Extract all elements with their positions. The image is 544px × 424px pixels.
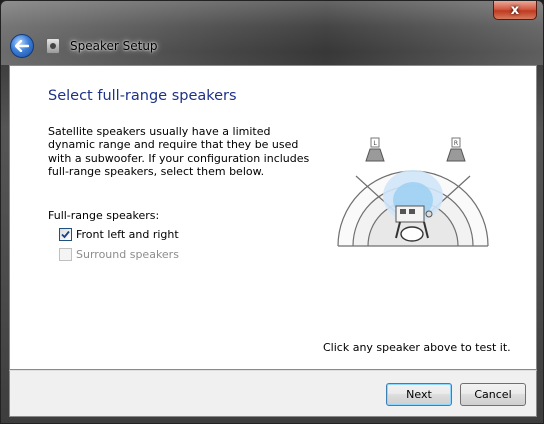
- description-text: Satellite speakers usually have a limite…: [48, 125, 310, 178]
- front-left-right-option[interactable]: Front left and right: [59, 228, 179, 241]
- front-left-right-label: Front left and right: [76, 228, 179, 241]
- surround-speakers-label: Surround speakers: [76, 248, 179, 261]
- next-button[interactable]: Next: [386, 383, 452, 406]
- surround-speakers-option: Surround speakers: [59, 248, 179, 261]
- title-bar: Speaker Setup: [8, 31, 538, 61]
- full-range-group-label: Full-range speakers:: [48, 209, 160, 222]
- cancel-button[interactable]: Cancel: [460, 383, 526, 406]
- front-left-right-checkbox[interactable]: [59, 228, 72, 241]
- speaker-right-label: R: [454, 140, 458, 147]
- content-area: Select full-range speakers Satellite spe…: [9, 65, 537, 370]
- checkmark-icon: [61, 230, 70, 239]
- back-arrow-icon: [15, 40, 29, 52]
- speaker-diagram: L R: [337, 137, 489, 247]
- window-frame: x Speaker Setup Select full-range speake…: [0, 0, 544, 424]
- window-title: Speaker Setup: [70, 39, 158, 53]
- close-button[interactable]: x: [493, 1, 537, 20]
- back-button[interactable]: [10, 34, 34, 58]
- speaker-setup-icon: [46, 38, 60, 54]
- button-bar: Next Cancel: [9, 370, 537, 417]
- surround-speakers-checkbox: [59, 248, 72, 261]
- test-hint-text: Click any speaker above to test it.: [323, 341, 511, 354]
- page-heading: Select full-range speakers: [48, 88, 237, 104]
